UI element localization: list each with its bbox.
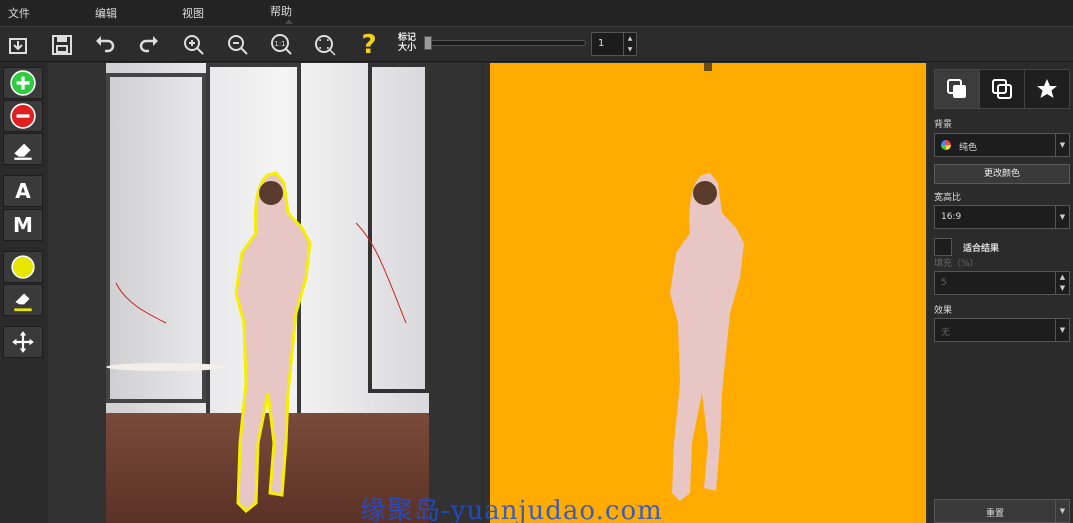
add-marker-button[interactable] <box>3 67 43 99</box>
help-icon: ? <box>361 30 377 60</box>
zoom-actual-label: 1:1 <box>274 40 285 48</box>
background-select[interactable]: 纯色 ▼ <box>934 133 1070 157</box>
aspect-ratio-select[interactable]: 16:9 ▼ <box>934 205 1070 229</box>
help-button[interactable]: ? <box>355 30 383 60</box>
tab-favorites[interactable] <box>1025 70 1069 108</box>
copy-icon <box>992 79 1012 99</box>
eraser-icon <box>14 293 32 312</box>
result-subject <box>670 173 744 501</box>
background-label: 背景 <box>934 120 953 130</box>
effect-label: 效果 <box>934 306 953 316</box>
tab-background[interactable] <box>935 70 980 108</box>
source-canvas[interactable] <box>48 63 482 523</box>
eraser-button[interactable] <box>3 133 43 165</box>
menu-caret <box>285 19 293 24</box>
star-icon <box>1037 79 1057 98</box>
menu-view[interactable]: 视图 <box>182 5 204 21</box>
remove-marker-button[interactable] <box>3 100 43 132</box>
effect-value: 无 <box>941 328 951 338</box>
chevron-down-icon: ▼ <box>1055 134 1069 156</box>
auto-mode-button[interactable]: A <box>3 175 43 207</box>
result-canvas[interactable] <box>484 63 928 523</box>
source-photo <box>106 63 429 523</box>
padding-label: 填充（%） <box>934 259 979 269</box>
spin-arrows[interactable]: ▲ ▼ <box>1055 272 1069 294</box>
aspect-ratio-value: 16:9 <box>941 212 962 222</box>
tool-sidebar: A M <box>0 63 46 523</box>
zoom-out-button[interactable] <box>224 31 252 59</box>
marker-size-value: 1 <box>598 38 605 49</box>
top-crop-handle[interactable] <box>704 63 712 71</box>
save-icon <box>52 35 72 55</box>
color-wheel-icon <box>941 140 951 150</box>
open-icon <box>9 38 27 54</box>
plus-circle-icon <box>10 70 36 96</box>
fit-result-checkbox[interactable] <box>934 238 952 256</box>
marker-size-label-line2: 大小 <box>398 43 417 53</box>
tab-foreground[interactable] <box>980 70 1025 108</box>
aspect-ratio-label: 宽高比 <box>934 193 962 203</box>
chevron-down-icon: ▼ <box>1055 500 1069 522</box>
zoom-out-icon <box>228 35 248 55</box>
marker-size-slider-thumb[interactable] <box>424 36 432 50</box>
menu-file[interactable]: 文件 <box>8 5 30 21</box>
effect-select[interactable]: 无 ▼ <box>934 318 1070 342</box>
undo-button[interactable] <box>91 31 119 59</box>
zoom-in-icon <box>184 35 204 55</box>
padding-spinbox[interactable]: 5 ▲ ▼ <box>934 271 1070 295</box>
eraser-icon <box>14 143 32 160</box>
result-background <box>490 63 926 523</box>
zoom-actual-button[interactable]: 1:1 <box>268 31 296 59</box>
marker-size-label: 标记 大小 <box>398 33 416 53</box>
redo-icon <box>139 36 158 53</box>
padding-value: 5 <box>941 278 947 288</box>
manual-mode-button[interactable]: M <box>3 209 43 241</box>
color-eraser-button[interactable] <box>3 284 43 316</box>
save-button[interactable] <box>48 31 76 59</box>
chevron-down-icon: ▼ <box>1055 206 1069 228</box>
marker-size-slider[interactable] <box>428 40 586 46</box>
undo-icon <box>96 36 115 53</box>
subject-outline <box>115 171 407 514</box>
manual-mode-label: M <box>13 213 33 237</box>
zoom-actual-icon: 1:1 <box>271 34 292 55</box>
reset-button[interactable]: 重置 ▼ <box>934 499 1070 523</box>
toolbar: 1:1 ? 标记 大小 1 ▲ ▼ <box>0 28 1073 62</box>
minus-circle-icon <box>10 103 36 129</box>
menu-bar: 文件 编辑 视图 帮助 <box>0 0 1073 27</box>
settings-panel: 背景 纯色 ▼ 更改颜色 宽高比 16:9 ▼ 适合结果 填充（%） 5 ▲ ▼ … <box>930 63 1073 523</box>
zoom-fit-icon <box>315 35 336 56</box>
layers-icon <box>947 79 966 98</box>
zoom-in-button[interactable] <box>180 31 208 59</box>
move-icon <box>12 331 34 353</box>
move-tool-button[interactable] <box>3 326 43 358</box>
redo-button[interactable] <box>135 31 163 59</box>
color-circle-icon <box>11 255 35 279</box>
reset-button-label: 重置 <box>985 509 1004 519</box>
marker-color-button[interactable] <box>3 251 43 283</box>
fit-result-label: 适合结果 <box>963 244 1000 254</box>
menu-edit[interactable]: 编辑 <box>95 5 117 21</box>
open-button[interactable] <box>4 31 32 59</box>
zoom-fit-button[interactable] <box>311 31 339 59</box>
menu-help[interactable]: 帮助 <box>270 3 292 19</box>
chevron-down-icon: ▼ <box>1055 319 1069 341</box>
auto-mode-label: A <box>15 179 31 203</box>
spin-arrows[interactable]: ▲ ▼ <box>623 33 636 55</box>
watermark: 缘聚岛-yuanjudao.com <box>360 496 663 523</box>
background-select-value: 纯色 <box>959 143 978 153</box>
change-color-button[interactable]: 更改颜色 <box>934 164 1070 184</box>
marker-size-spinbox[interactable]: 1 ▲ ▼ <box>591 32 637 56</box>
marker-size-label-line1: 标记 <box>398 33 417 43</box>
panel-tabs <box>934 69 1070 109</box>
